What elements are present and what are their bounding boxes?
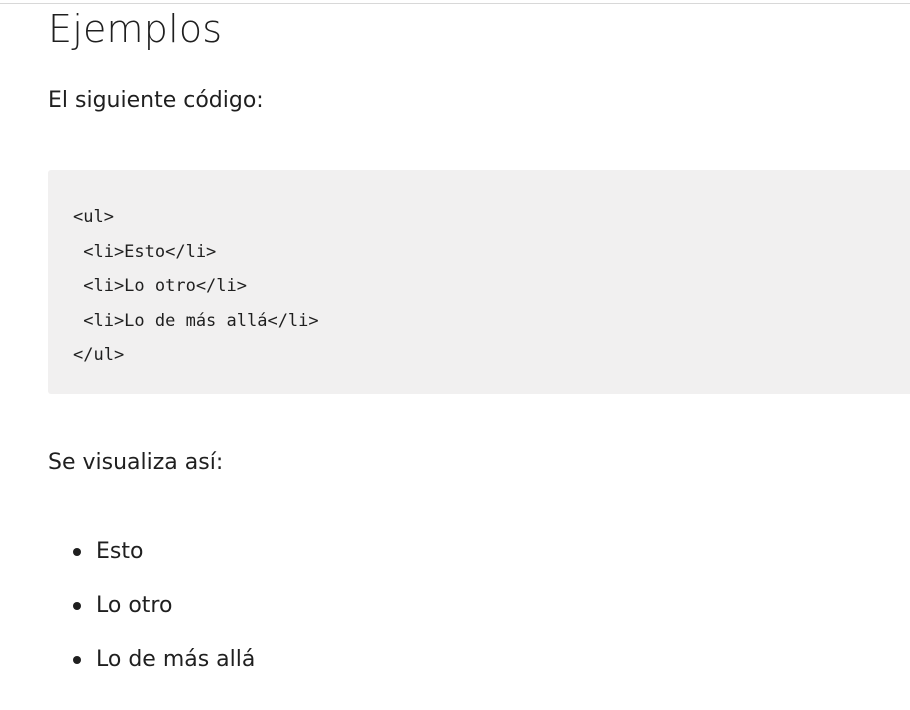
code-line: </ul>	[73, 345, 125, 365]
page-title: Ejemplos	[48, 7, 223, 51]
code-block: <ul> <li>Esto</li> <li>Lo otro</li> <li>…	[48, 170, 910, 394]
code-line: <li>Lo de más allá</li>	[73, 310, 319, 331]
top-divider	[0, 3, 910, 4]
intro-paragraph: El siguiente código:	[48, 88, 264, 113]
list-item-text: Lo otro	[96, 593, 173, 618]
code-line: <li>Esto</li>	[73, 241, 217, 262]
bullet-icon	[73, 602, 81, 610]
list-item-text: Lo de más allá	[96, 647, 256, 672]
code-line: <ul>	[73, 207, 114, 227]
list-item-text: Esto	[96, 539, 144, 564]
bullet-icon	[73, 656, 81, 664]
bullet-icon	[73, 548, 81, 556]
code-line: <li>Lo otro</li>	[73, 276, 247, 296]
result-paragraph: Se visualiza así:	[48, 450, 224, 475]
